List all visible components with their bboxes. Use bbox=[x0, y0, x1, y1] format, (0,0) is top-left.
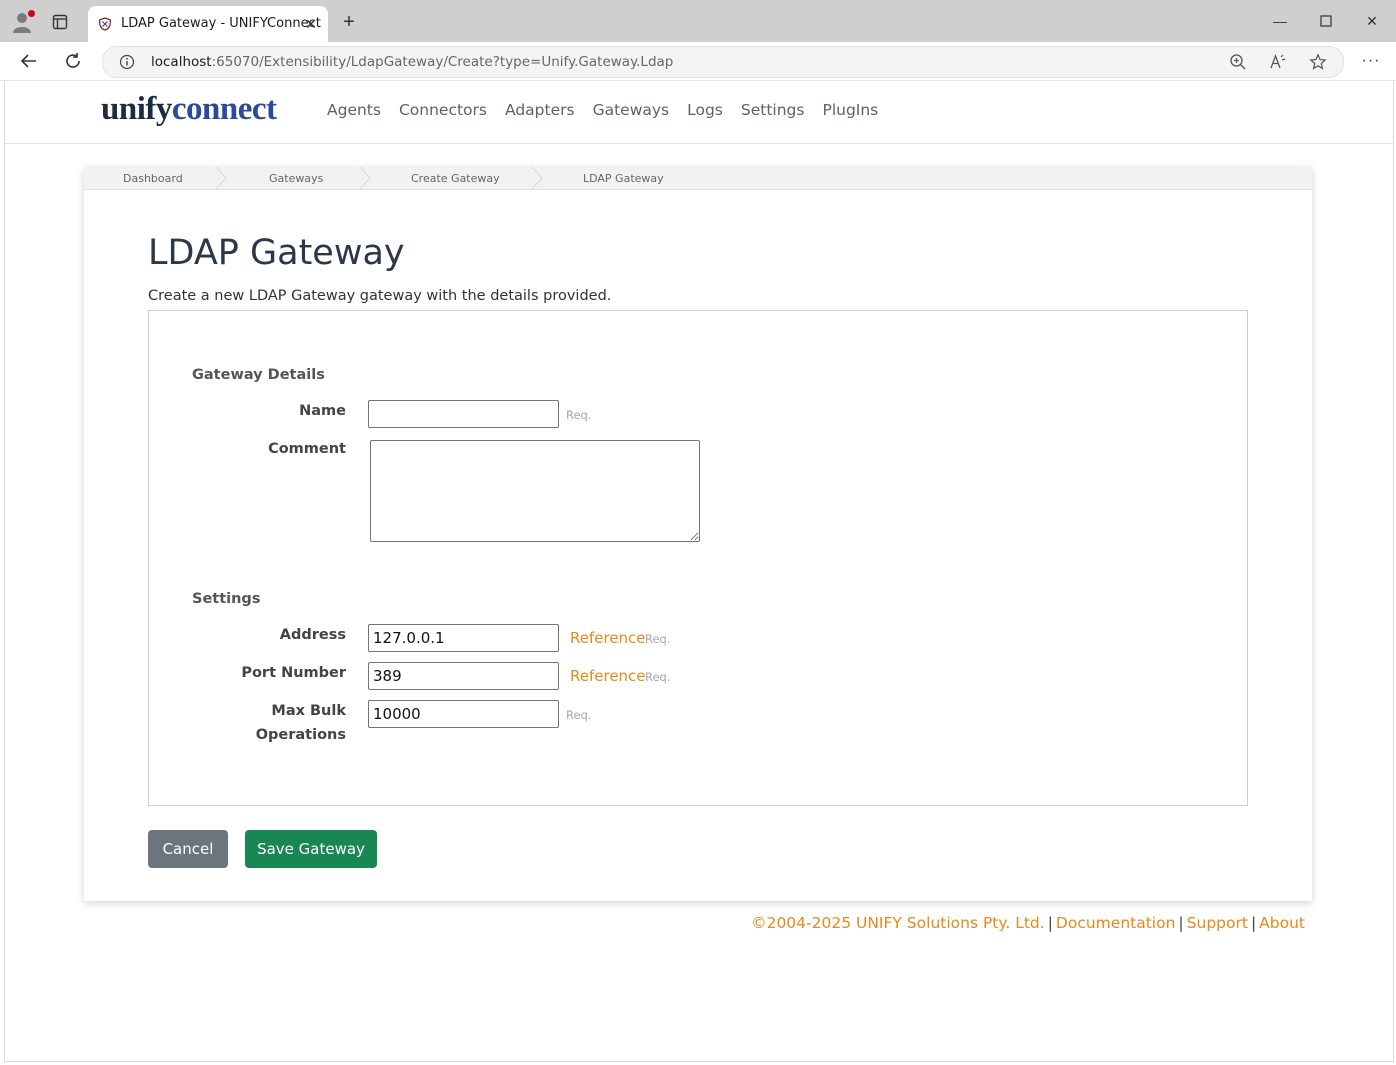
page-description: Create a new LDAP Gateway gateway with t… bbox=[148, 288, 612, 304]
max-bulk-required: Req. bbox=[566, 708, 592, 722]
favorite-star-icon[interactable] bbox=[1309, 53, 1327, 71]
save-gateway-button[interactable]: Save Gateway bbox=[245, 830, 377, 868]
port-label: Port Number bbox=[241, 665, 346, 681]
section-gateway-details: Gateway Details bbox=[192, 367, 325, 383]
back-icon[interactable] bbox=[18, 50, 40, 72]
address-input[interactable] bbox=[368, 624, 559, 652]
nav-agents[interactable]: Agents bbox=[327, 101, 381, 119]
tab-close-icon[interactable]: ✕ bbox=[302, 15, 320, 33]
address-bar[interactable]: localhost:65070/Extensibility/LdapGatewa… bbox=[102, 46, 1344, 78]
nav-settings[interactable]: Settings bbox=[741, 101, 805, 119]
footer-support-link[interactable]: Support bbox=[1187, 914, 1248, 932]
port-required: Req. bbox=[645, 670, 671, 684]
breadcrumb-gateways[interactable]: Gateways bbox=[269, 172, 323, 185]
logo-connect: connect bbox=[171, 91, 277, 127]
footer: ©2004-2025 UNIFY Solutions Pty. Ltd. | Doc… bbox=[751, 914, 1305, 932]
breadcrumb-separator-icon bbox=[531, 167, 543, 189]
new-tab-icon[interactable]: + bbox=[340, 12, 358, 32]
footer-copyright: ©2004-2025 UNIFY Solutions Pty. Ltd. bbox=[751, 914, 1045, 932]
breadcrumb-create-gateway[interactable]: Create Gateway bbox=[411, 172, 500, 185]
max-bulk-label: Max Bulk Operations bbox=[193, 699, 346, 747]
max-bulk-input[interactable] bbox=[368, 700, 559, 728]
url-host: localhost bbox=[151, 54, 212, 70]
page-content: unifyconnect Agents Connectors Adapters … bbox=[4, 81, 1394, 1062]
site-header: unifyconnect Agents Connectors Adapters … bbox=[5, 81, 1393, 144]
gateway-card: Dashboard Gateways Create Gateway LDAP G… bbox=[84, 167, 1312, 901]
browser-tab[interactable]: LDAP Gateway - UNIFYConnect ✕ bbox=[88, 6, 328, 42]
cancel-button[interactable]: Cancel bbox=[148, 830, 228, 868]
logo-unify: unify bbox=[101, 91, 172, 127]
section-settings: Settings bbox=[192, 591, 261, 607]
breadcrumb-dashboard[interactable]: Dashboard bbox=[123, 172, 183, 185]
footer-about-link[interactable]: About bbox=[1259, 914, 1305, 932]
comment-textarea[interactable] bbox=[370, 440, 700, 542]
nav-adapters[interactable]: Adapters bbox=[505, 101, 575, 119]
breadcrumb-separator-icon bbox=[215, 167, 227, 189]
site-info-icon[interactable] bbox=[119, 54, 135, 70]
zoom-icon[interactable] bbox=[1229, 53, 1247, 71]
nav-gateways[interactable]: Gateways bbox=[593, 101, 670, 119]
browser-menu-icon[interactable]: ··· bbox=[1360, 50, 1382, 72]
max-bulk-label-line2: Operations bbox=[255, 727, 346, 743]
breadcrumb-separator-icon bbox=[359, 167, 371, 189]
breadcrumb: Dashboard Gateways Create Gateway LDAP G… bbox=[84, 167, 1312, 190]
main-nav: Agents Connectors Adapters Gateways Logs… bbox=[327, 101, 896, 119]
port-input[interactable] bbox=[368, 662, 559, 690]
gateway-form: Gateway Details Name Req. Comment Settin… bbox=[148, 310, 1248, 806]
profile-icon[interactable] bbox=[12, 10, 36, 34]
read-aloud-icon[interactable] bbox=[1269, 53, 1287, 71]
comment-label: Comment bbox=[268, 441, 346, 457]
minimize-icon[interactable]: — bbox=[1268, 10, 1292, 32]
port-reference-link[interactable]: Reference bbox=[570, 667, 646, 685]
nav-plugins[interactable]: PlugIns bbox=[822, 101, 878, 119]
name-label: Name bbox=[299, 403, 346, 419]
max-bulk-label-line1: Max Bulk bbox=[271, 703, 346, 719]
address-label: Address bbox=[279, 627, 346, 643]
page-title: LDAP Gateway bbox=[148, 233, 405, 273]
name-required: Req. bbox=[566, 408, 592, 422]
address-required: Req. bbox=[645, 632, 671, 646]
url-path: :65070/Extensibility/LdapGateway/Create?… bbox=[211, 54, 674, 70]
breadcrumb-ldap-gateway: LDAP Gateway bbox=[583, 172, 664, 185]
maximize-icon[interactable] bbox=[1314, 10, 1338, 32]
name-input[interactable] bbox=[368, 400, 559, 428]
browser-toolbar: localhost:65070/Extensibility/LdapGatewa… bbox=[0, 42, 1396, 81]
nav-logs[interactable]: Logs bbox=[687, 101, 723, 119]
close-window-icon[interactable]: ✕ bbox=[1360, 10, 1384, 32]
refresh-icon[interactable] bbox=[62, 50, 84, 72]
nav-connectors[interactable]: Connectors bbox=[399, 101, 487, 119]
browser-titlebar: LDAP Gateway - UNIFYConnect ✕ + — ✕ bbox=[0, 0, 1396, 42]
site-favicon-icon bbox=[98, 17, 112, 31]
tab-actions-icon[interactable] bbox=[52, 14, 68, 30]
url-text[interactable]: localhost:65070/Extensibility/LdapGatewa… bbox=[151, 54, 673, 70]
address-reference-link[interactable]: Reference bbox=[570, 629, 646, 647]
footer-documentation-link[interactable]: Documentation bbox=[1056, 914, 1176, 932]
tab-title: LDAP Gateway - UNIFYConnect bbox=[121, 16, 321, 31]
unifyconnect-logo[interactable]: unifyconnect bbox=[101, 91, 277, 128]
